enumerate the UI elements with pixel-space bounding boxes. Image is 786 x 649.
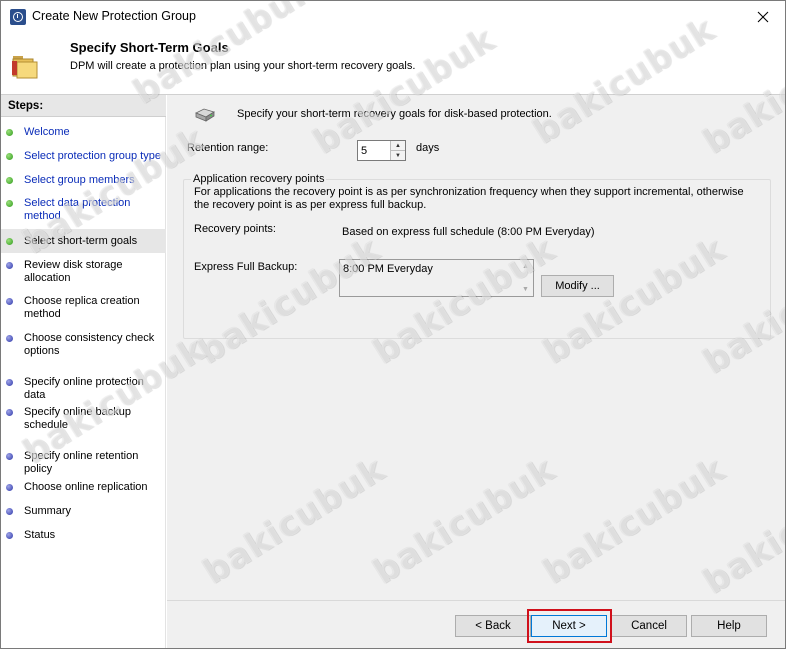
step-pending-icon xyxy=(6,262,13,269)
scroll-down-icon: ▼ xyxy=(522,286,529,293)
spin-down-button[interactable]: ▼ xyxy=(391,151,405,160)
step-complete-icon xyxy=(6,200,13,207)
retention-range-label: Retention range: xyxy=(187,142,269,154)
step-label: Specify online backup schedule xyxy=(24,406,132,431)
step-select-short-term-goals[interactable]: Select short-term goals xyxy=(1,229,166,253)
steps-sidebar: Steps: Welcome Select protection group t… xyxy=(1,95,166,648)
scroll-up-icon: ▲ xyxy=(522,263,529,270)
step-complete-icon xyxy=(6,153,13,160)
window-title: Create New Protection Group xyxy=(32,9,196,23)
step-label: Select data protection method xyxy=(24,197,131,222)
step-label: Specify online retention policy xyxy=(24,450,139,475)
page-title: Specify Short-Term Goals xyxy=(70,40,229,55)
step-select-protection-group-type[interactable]: Select protection group type xyxy=(1,150,166,163)
footer-divider xyxy=(167,600,785,601)
wizard-footer: < Back Next > Cancel Help xyxy=(167,600,785,648)
step-label: Status xyxy=(24,529,56,541)
step-choose-consistency-check-options: Choose consistency check options xyxy=(1,332,166,358)
recovery-points-label: Recovery points: xyxy=(194,223,276,235)
step-pending-icon xyxy=(6,335,13,342)
step-pending-icon xyxy=(6,453,13,460)
step-pending-icon xyxy=(6,379,13,386)
step-label: Specify online protection data xyxy=(24,376,144,401)
help-button[interactable]: Help xyxy=(691,615,767,637)
close-icon xyxy=(757,11,769,22)
retention-range-input[interactable] xyxy=(358,141,390,160)
step-pending-icon xyxy=(6,409,13,416)
step-pending-icon xyxy=(6,508,13,515)
step-review-disk-storage-allocation: Review disk storage allocation xyxy=(1,259,166,285)
step-status: Status xyxy=(1,529,166,542)
title-bar: Create New Protection Group xyxy=(1,1,785,32)
step-label: Choose replica creation method xyxy=(24,295,140,320)
intro-text: Specify your short-term recovery goals f… xyxy=(237,108,552,120)
spin-up-button[interactable]: ▲ xyxy=(391,141,405,151)
disk-icon xyxy=(195,108,215,122)
wizard-header: Specify Short-Term Goals DPM will create… xyxy=(1,32,785,94)
step-label: Choose consistency check options xyxy=(24,332,155,357)
steps-heading: Steps: xyxy=(1,95,166,117)
dpm-app-icon xyxy=(10,9,26,25)
step-specify-online-retention-policy: Specify online retention policy xyxy=(1,450,166,476)
next-button[interactable]: Next > xyxy=(531,615,607,637)
step-complete-icon xyxy=(6,129,13,136)
step-select-group-members[interactable]: Select group members xyxy=(1,174,166,187)
protection-group-folder-icon xyxy=(12,56,38,79)
step-summary: Summary xyxy=(1,505,166,518)
recovery-points-value: Based on express full schedule (8:00 PM … xyxy=(342,226,595,238)
modify-button[interactable]: Modify ... xyxy=(541,275,614,297)
step-pending-icon xyxy=(6,484,13,491)
wizard-window: Create New Protection Group Specify Shor… xyxy=(0,0,786,649)
page-description: DPM will create a protection plan using … xyxy=(70,60,416,72)
step-label: Choose online replication xyxy=(24,481,148,493)
express-full-backup-label: Express Full Backup: xyxy=(194,261,298,273)
cancel-button[interactable]: Cancel xyxy=(611,615,687,637)
step-complete-icon xyxy=(6,177,13,184)
retention-range-stepper[interactable]: ▲ ▼ xyxy=(357,140,406,161)
step-label: Select protection group type xyxy=(24,150,161,162)
content-area: Specify your short-term recovery goals f… xyxy=(167,95,785,600)
express-full-backup-value: 8:00 PM Everyday xyxy=(343,263,433,275)
step-choose-replica-creation-method: Choose replica creation method xyxy=(1,295,166,321)
step-label: Review disk storage allocation xyxy=(24,259,123,284)
express-full-backup-list: 8:00 PM Everyday ▲ ▼ xyxy=(339,259,534,297)
step-label: Select short-term goals xyxy=(24,235,138,247)
group-description: For applications the recovery point is a… xyxy=(194,186,744,211)
step-choose-online-replication: Choose online replication xyxy=(1,481,166,494)
step-select-data-protection-method[interactable]: Select data protection method xyxy=(1,197,166,223)
step-specify-online-backup-schedule: Specify online backup schedule xyxy=(1,406,166,432)
step-welcome[interactable]: Welcome xyxy=(1,126,166,139)
retention-unit-label: days xyxy=(416,142,440,154)
step-pending-icon xyxy=(6,298,13,305)
back-button[interactable]: < Back xyxy=(455,615,531,637)
list-scrollbar: ▲ ▼ xyxy=(518,260,533,296)
step-specify-online-protection-data: Specify online protection data xyxy=(1,376,166,402)
step-pending-icon xyxy=(6,532,13,539)
close-button[interactable] xyxy=(741,1,785,32)
group-title: Application recovery points xyxy=(191,173,327,185)
step-label: Select group members xyxy=(24,174,135,186)
step-current-icon xyxy=(6,238,13,245)
step-label: Summary xyxy=(24,505,72,517)
step-label: Welcome xyxy=(24,126,70,138)
